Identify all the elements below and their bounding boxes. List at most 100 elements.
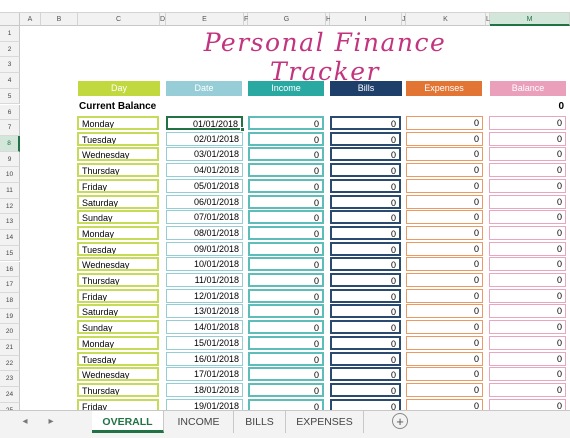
balance-cell[interactable]: 0 (489, 288, 566, 303)
expenses-cell[interactable]: 0 (406, 351, 483, 366)
row-header-10[interactable]: 10 (0, 167, 20, 183)
bills-cell[interactable]: 0 (330, 257, 401, 272)
bills-cell[interactable]: 0 (330, 210, 401, 225)
expenses-cell[interactable]: 0 (406, 225, 483, 240)
balance-cell[interactable]: 0 (489, 210, 566, 225)
income-cell[interactable]: 0 (248, 178, 324, 193)
day-cell[interactable]: Thursday (77, 273, 159, 287)
bills-cell[interactable]: 0 (330, 335, 401, 350)
date-cell[interactable]: 16/01/2018 (166, 351, 243, 366)
row-header-13[interactable]: 13 (0, 214, 20, 231)
income-cell[interactable]: 0 (248, 116, 324, 130)
row-header-7[interactable]: 7 (0, 120, 20, 136)
day-cell[interactable]: Sunday (77, 320, 159, 335)
bills-cell[interactable]: 0 (330, 288, 401, 303)
day-cell[interactable]: Sunday (77, 210, 159, 225)
row-header-21[interactable]: 21 (0, 340, 20, 356)
expenses-cell[interactable]: 0 (406, 194, 483, 209)
income-cell[interactable]: 0 (248, 351, 324, 366)
date-cell[interactable]: 13/01/2018 (166, 304, 243, 319)
row-header-4[interactable]: 4 (0, 73, 20, 89)
income-cell[interactable]: 0 (248, 210, 324, 225)
balance-cell[interactable]: 0 (489, 304, 566, 319)
tab-expenses[interactable]: EXPENSES (286, 411, 364, 433)
row-header-16[interactable]: 16 (0, 261, 20, 278)
date-cell[interactable]: 04/01/2018 (166, 163, 243, 178)
balance-cell[interactable]: 0 (489, 367, 566, 382)
expenses-cell[interactable]: 0 (406, 257, 483, 272)
expenses-cell[interactable]: 0 (406, 335, 483, 350)
day-cell[interactable]: Monday (77, 225, 159, 240)
day-cell[interactable]: Monday (77, 116, 159, 130)
date-cell[interactable]: 02/01/2018 (166, 131, 243, 146)
row-header-8[interactable]: 8 (0, 135, 20, 152)
row-header-14[interactable]: 14 (0, 230, 20, 246)
row-header-9[interactable]: 9 (0, 151, 20, 168)
row-header-2[interactable]: 2 (0, 41, 20, 58)
balance-cell[interactable]: 0 (489, 147, 566, 162)
bills-cell[interactable]: 0 (330, 273, 401, 287)
bills-cell[interactable]: 0 (330, 131, 401, 146)
bills-cell[interactable]: 0 (330, 147, 401, 162)
column-header-g[interactable]: G (248, 13, 326, 26)
day-cell[interactable]: Tuesday (77, 241, 159, 256)
bills-cell[interactable]: 0 (330, 163, 401, 178)
column-header-c[interactable]: C (78, 13, 160, 26)
day-cell[interactable]: Saturday (77, 194, 159, 209)
select-all-corner[interactable] (0, 13, 20, 26)
day-cell[interactable]: Thursday (77, 382, 159, 397)
row-header-17[interactable]: 17 (0, 277, 20, 293)
row-header-12[interactable]: 12 (0, 198, 20, 215)
expenses-cell[interactable]: 0 (406, 288, 483, 303)
date-cell[interactable]: 08/01/2018 (166, 225, 243, 240)
day-cell[interactable]: Tuesday (77, 131, 159, 146)
row-header-24[interactable]: 24 (0, 387, 20, 403)
date-cell[interactable]: 03/01/2018 (166, 147, 243, 162)
day-cell[interactable]: Friday (77, 288, 159, 303)
income-cell[interactable]: 0 (248, 163, 324, 178)
balance-cell[interactable]: 0 (489, 382, 566, 397)
income-cell[interactable]: 0 (248, 273, 324, 287)
row-header-1[interactable]: 1 (0, 26, 20, 42)
bills-cell[interactable]: 0 (330, 241, 401, 256)
income-cell[interactable]: 0 (248, 382, 324, 397)
row-header-6[interactable]: 6 (0, 104, 20, 121)
date-cell[interactable]: 12/01/2018 (166, 288, 243, 303)
income-cell[interactable]: 0 (248, 335, 324, 350)
balance-cell[interactable]: 0 (489, 320, 566, 335)
bills-cell[interactable]: 0 (330, 367, 401, 382)
column-header-b[interactable]: B (41, 13, 78, 26)
row-header-5[interactable]: 5 (0, 88, 20, 105)
column-header-i[interactable]: I (330, 13, 402, 26)
day-cell[interactable]: Tuesday (77, 351, 159, 366)
date-cell[interactable]: 05/01/2018 (166, 178, 243, 193)
row-header-19[interactable]: 19 (0, 308, 20, 325)
date-cell[interactable]: 01/01/2018 (166, 116, 243, 130)
balance-cell[interactable]: 0 (489, 335, 566, 350)
balance-cell[interactable]: 0 (489, 116, 566, 130)
row-header-23[interactable]: 23 (0, 371, 20, 388)
bills-cell[interactable]: 0 (330, 194, 401, 209)
bills-cell[interactable]: 0 (330, 320, 401, 335)
income-cell[interactable]: 0 (248, 194, 324, 209)
expenses-cell[interactable]: 0 (406, 382, 483, 397)
income-cell[interactable]: 0 (248, 304, 324, 319)
column-header-k[interactable]: K (406, 13, 486, 26)
expenses-cell[interactable]: 0 (406, 210, 483, 225)
expenses-cell[interactable]: 0 (406, 147, 483, 162)
row-header-3[interactable]: 3 (0, 57, 20, 74)
day-cell[interactable]: Saturday (77, 304, 159, 319)
row-header-11[interactable]: 11 (0, 183, 20, 199)
row-header-15[interactable]: 15 (0, 245, 20, 262)
balance-cell[interactable]: 0 (489, 273, 566, 287)
expenses-cell[interactable]: 0 (406, 273, 483, 287)
date-cell[interactable]: 10/01/2018 (166, 257, 243, 272)
balance-cell[interactable]: 0 (489, 131, 566, 146)
tab-income[interactable]: INCOME (164, 411, 234, 433)
row-header-20[interactable]: 20 (0, 324, 20, 340)
chevron-left-icon[interactable]: ◂ (18, 414, 32, 430)
column-header-m[interactable]: M (490, 13, 570, 26)
bills-cell[interactable]: 0 (330, 178, 401, 193)
income-cell[interactable]: 0 (248, 147, 324, 162)
income-cell[interactable]: 0 (248, 288, 324, 303)
